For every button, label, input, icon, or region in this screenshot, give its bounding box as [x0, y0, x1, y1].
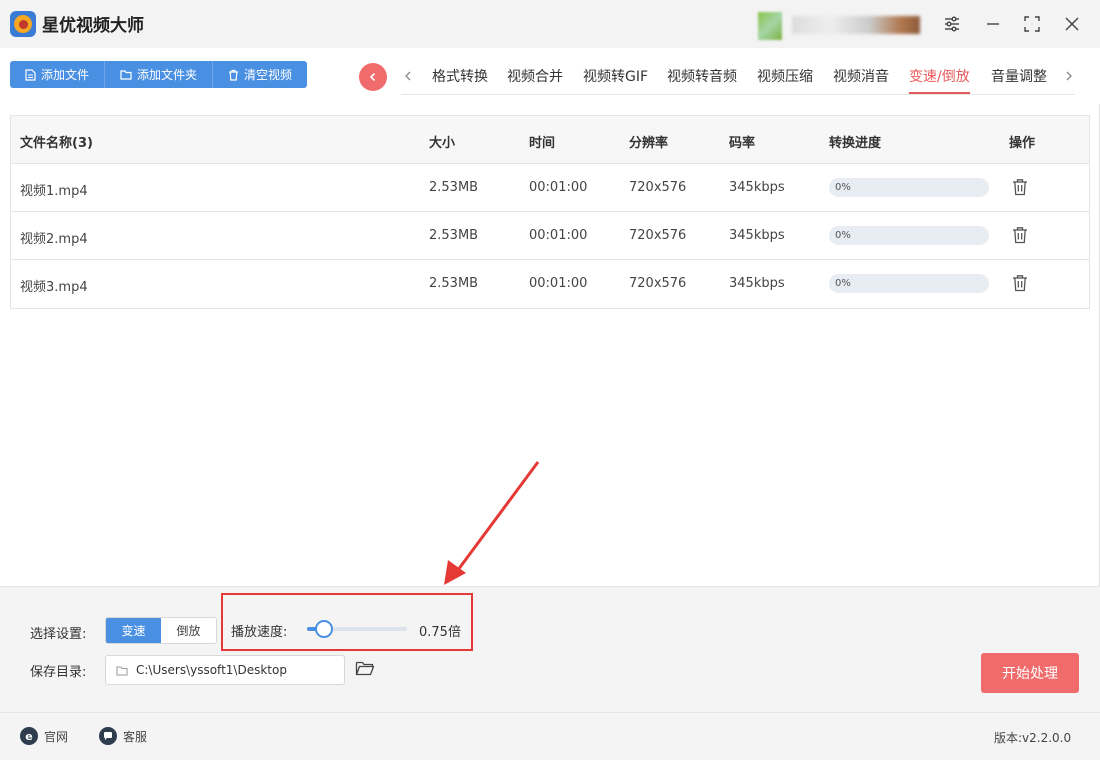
support-link[interactable]: 客服 — [99, 727, 147, 745]
speed-slider-knob[interactable] — [315, 620, 333, 638]
delete-trash-icon[interactable] — [1009, 272, 1031, 294]
clear-videos-label: 清空视频 — [244, 68, 293, 82]
header-actions: 操作 — [1009, 136, 1036, 151]
tab-video-mute[interactable]: 视频消音 — [833, 66, 889, 94]
toolbar: 添加文件 添加文件夹 清空视频 — [10, 61, 308, 88]
speed-value: 0.75倍 — [419, 625, 461, 640]
chat-bubble-icon — [99, 727, 117, 745]
tab-volume-adjust[interactable]: 音量调整 — [991, 66, 1047, 94]
settings-panel: 选择设置: 变速 倒放 播放速度: 0.75倍 保存目录: 开始处理 — [0, 586, 1100, 712]
save-dir-input[interactable] — [136, 663, 336, 677]
website-label: 官网 — [44, 729, 69, 744]
file-table: 文件名称(3) 大小 时间 分辨率 码率 转换进度 操作 视频1.mp4 2.5… — [10, 115, 1090, 309]
clear-videos-button[interactable]: 清空视频 — [213, 61, 308, 88]
header-duration: 时间 — [529, 136, 556, 151]
title-bar: 星优视频大师 — [0, 0, 1100, 48]
file-bitrate: 345kbps — [729, 228, 785, 243]
speed-label: 播放速度: — [231, 625, 288, 640]
tab-video-to-audio[interactable]: 视频转音频 — [667, 66, 737, 94]
delete-trash-icon[interactable] — [1009, 176, 1031, 198]
progress-bar: 0% — [829, 178, 989, 197]
app-logo — [10, 11, 36, 37]
header-name: 文件名称(3) — [20, 136, 93, 151]
file-resolution: 720x576 — [629, 228, 687, 243]
save-dir-field[interactable] — [105, 655, 345, 685]
progress-bar: 0% — [829, 226, 989, 245]
file-size: 2.53MB — [429, 228, 479, 243]
delete-trash-icon[interactable] — [1009, 224, 1031, 246]
file-duration: 00:01:00 — [529, 276, 588, 291]
tab-video-compress[interactable]: 视频压缩 — [757, 66, 813, 94]
support-label: 客服 — [123, 729, 148, 744]
add-folder-label: 添加文件夹 — [137, 68, 198, 82]
tabs-scroll-left-icon[interactable] — [401, 68, 415, 84]
file-resolution: 720x576 — [629, 276, 687, 291]
maximize-icon[interactable] — [1020, 12, 1044, 36]
file-icon — [25, 68, 36, 81]
folder-outline-icon — [116, 666, 128, 675]
footer: e 官网 客服 版本:v2.2.0.0 — [0, 712, 1100, 760]
header-bitrate: 码率 — [729, 136, 756, 151]
file-name: 视频1.mp4 — [20, 184, 88, 199]
user-avatar[interactable] — [758, 12, 782, 40]
file-size: 2.53MB — [429, 180, 479, 195]
tab-video-to-gif[interactable]: 视频转GIF — [583, 66, 648, 94]
minimize-icon[interactable] — [981, 12, 1005, 36]
file-size: 2.53MB — [429, 276, 479, 291]
svg-text:e: e — [25, 730, 32, 742]
close-icon[interactable] — [1060, 12, 1084, 36]
mode-label: 选择设置: — [30, 627, 87, 642]
header-progress: 转换进度 — [829, 136, 882, 151]
file-name: 视频2.mp4 — [20, 232, 88, 247]
browse-folder-icon[interactable] — [353, 657, 377, 679]
file-name: 视频3.mp4 — [20, 280, 88, 295]
version-text: 版本:v2.2.0.0 — [994, 731, 1072, 745]
speed-highlight-box: 播放速度: 0.75倍 — [221, 593, 473, 651]
app-title: 星优视频大师 — [42, 16, 144, 36]
tab-speed-reverse[interactable]: 变速/倒放 — [909, 66, 970, 94]
header-size: 大小 — [429, 136, 456, 151]
start-processing-button[interactable]: 开始处理 — [981, 653, 1079, 693]
back-button[interactable] — [359, 63, 387, 91]
tab-format-convert[interactable]: 格式转换 — [432, 66, 488, 94]
save-dir-label: 保存目录: — [30, 665, 87, 680]
mode-toggle: 变速 倒放 — [105, 617, 217, 644]
add-file-button[interactable]: 添加文件 — [10, 61, 106, 88]
function-tabs: 格式转换 视频合并 视频转GIF 视频转音频 视频压缩 视频消音 变速/倒放 音… — [401, 60, 1075, 95]
user-name-blurred[interactable] — [792, 16, 920, 34]
trash-icon — [229, 69, 239, 81]
tab-video-merge[interactable]: 视频合并 — [507, 66, 563, 94]
add-file-label: 添加文件 — [41, 68, 90, 82]
settings-icon[interactable] — [940, 12, 964, 36]
ie-globe-icon: e — [20, 727, 38, 745]
file-resolution: 720x576 — [629, 180, 687, 195]
file-bitrate: 345kbps — [729, 276, 785, 291]
add-folder-button[interactable]: 添加文件夹 — [105, 61, 214, 88]
table-row[interactable]: 视频3.mp4 2.53MB 00:01:00 720x576 345kbps … — [11, 260, 1089, 308]
website-link[interactable]: e 官网 — [20, 727, 68, 745]
speed-slider[interactable] — [307, 620, 407, 638]
chevron-left-icon — [369, 72, 376, 82]
folder-icon — [120, 70, 132, 80]
mode-option-reverse[interactable]: 倒放 — [161, 618, 216, 643]
progress-bar: 0% — [829, 274, 989, 293]
file-duration: 00:01:00 — [529, 180, 588, 195]
table-row[interactable]: 视频1.mp4 2.53MB 00:01:00 720x576 345kbps … — [11, 164, 1089, 212]
mode-option-speed[interactable]: 变速 — [106, 618, 161, 643]
table-header: 文件名称(3) 大小 时间 分辨率 码率 转换进度 操作 — [11, 116, 1089, 164]
file-duration: 00:01:00 — [529, 228, 588, 243]
table-row[interactable]: 视频2.mp4 2.53MB 00:01:00 720x576 345kbps … — [11, 212, 1089, 260]
file-bitrate: 345kbps — [729, 180, 785, 195]
tabs-scroll-right-icon[interactable] — [1062, 68, 1076, 84]
header-resolution: 分辨率 — [629, 136, 669, 151]
